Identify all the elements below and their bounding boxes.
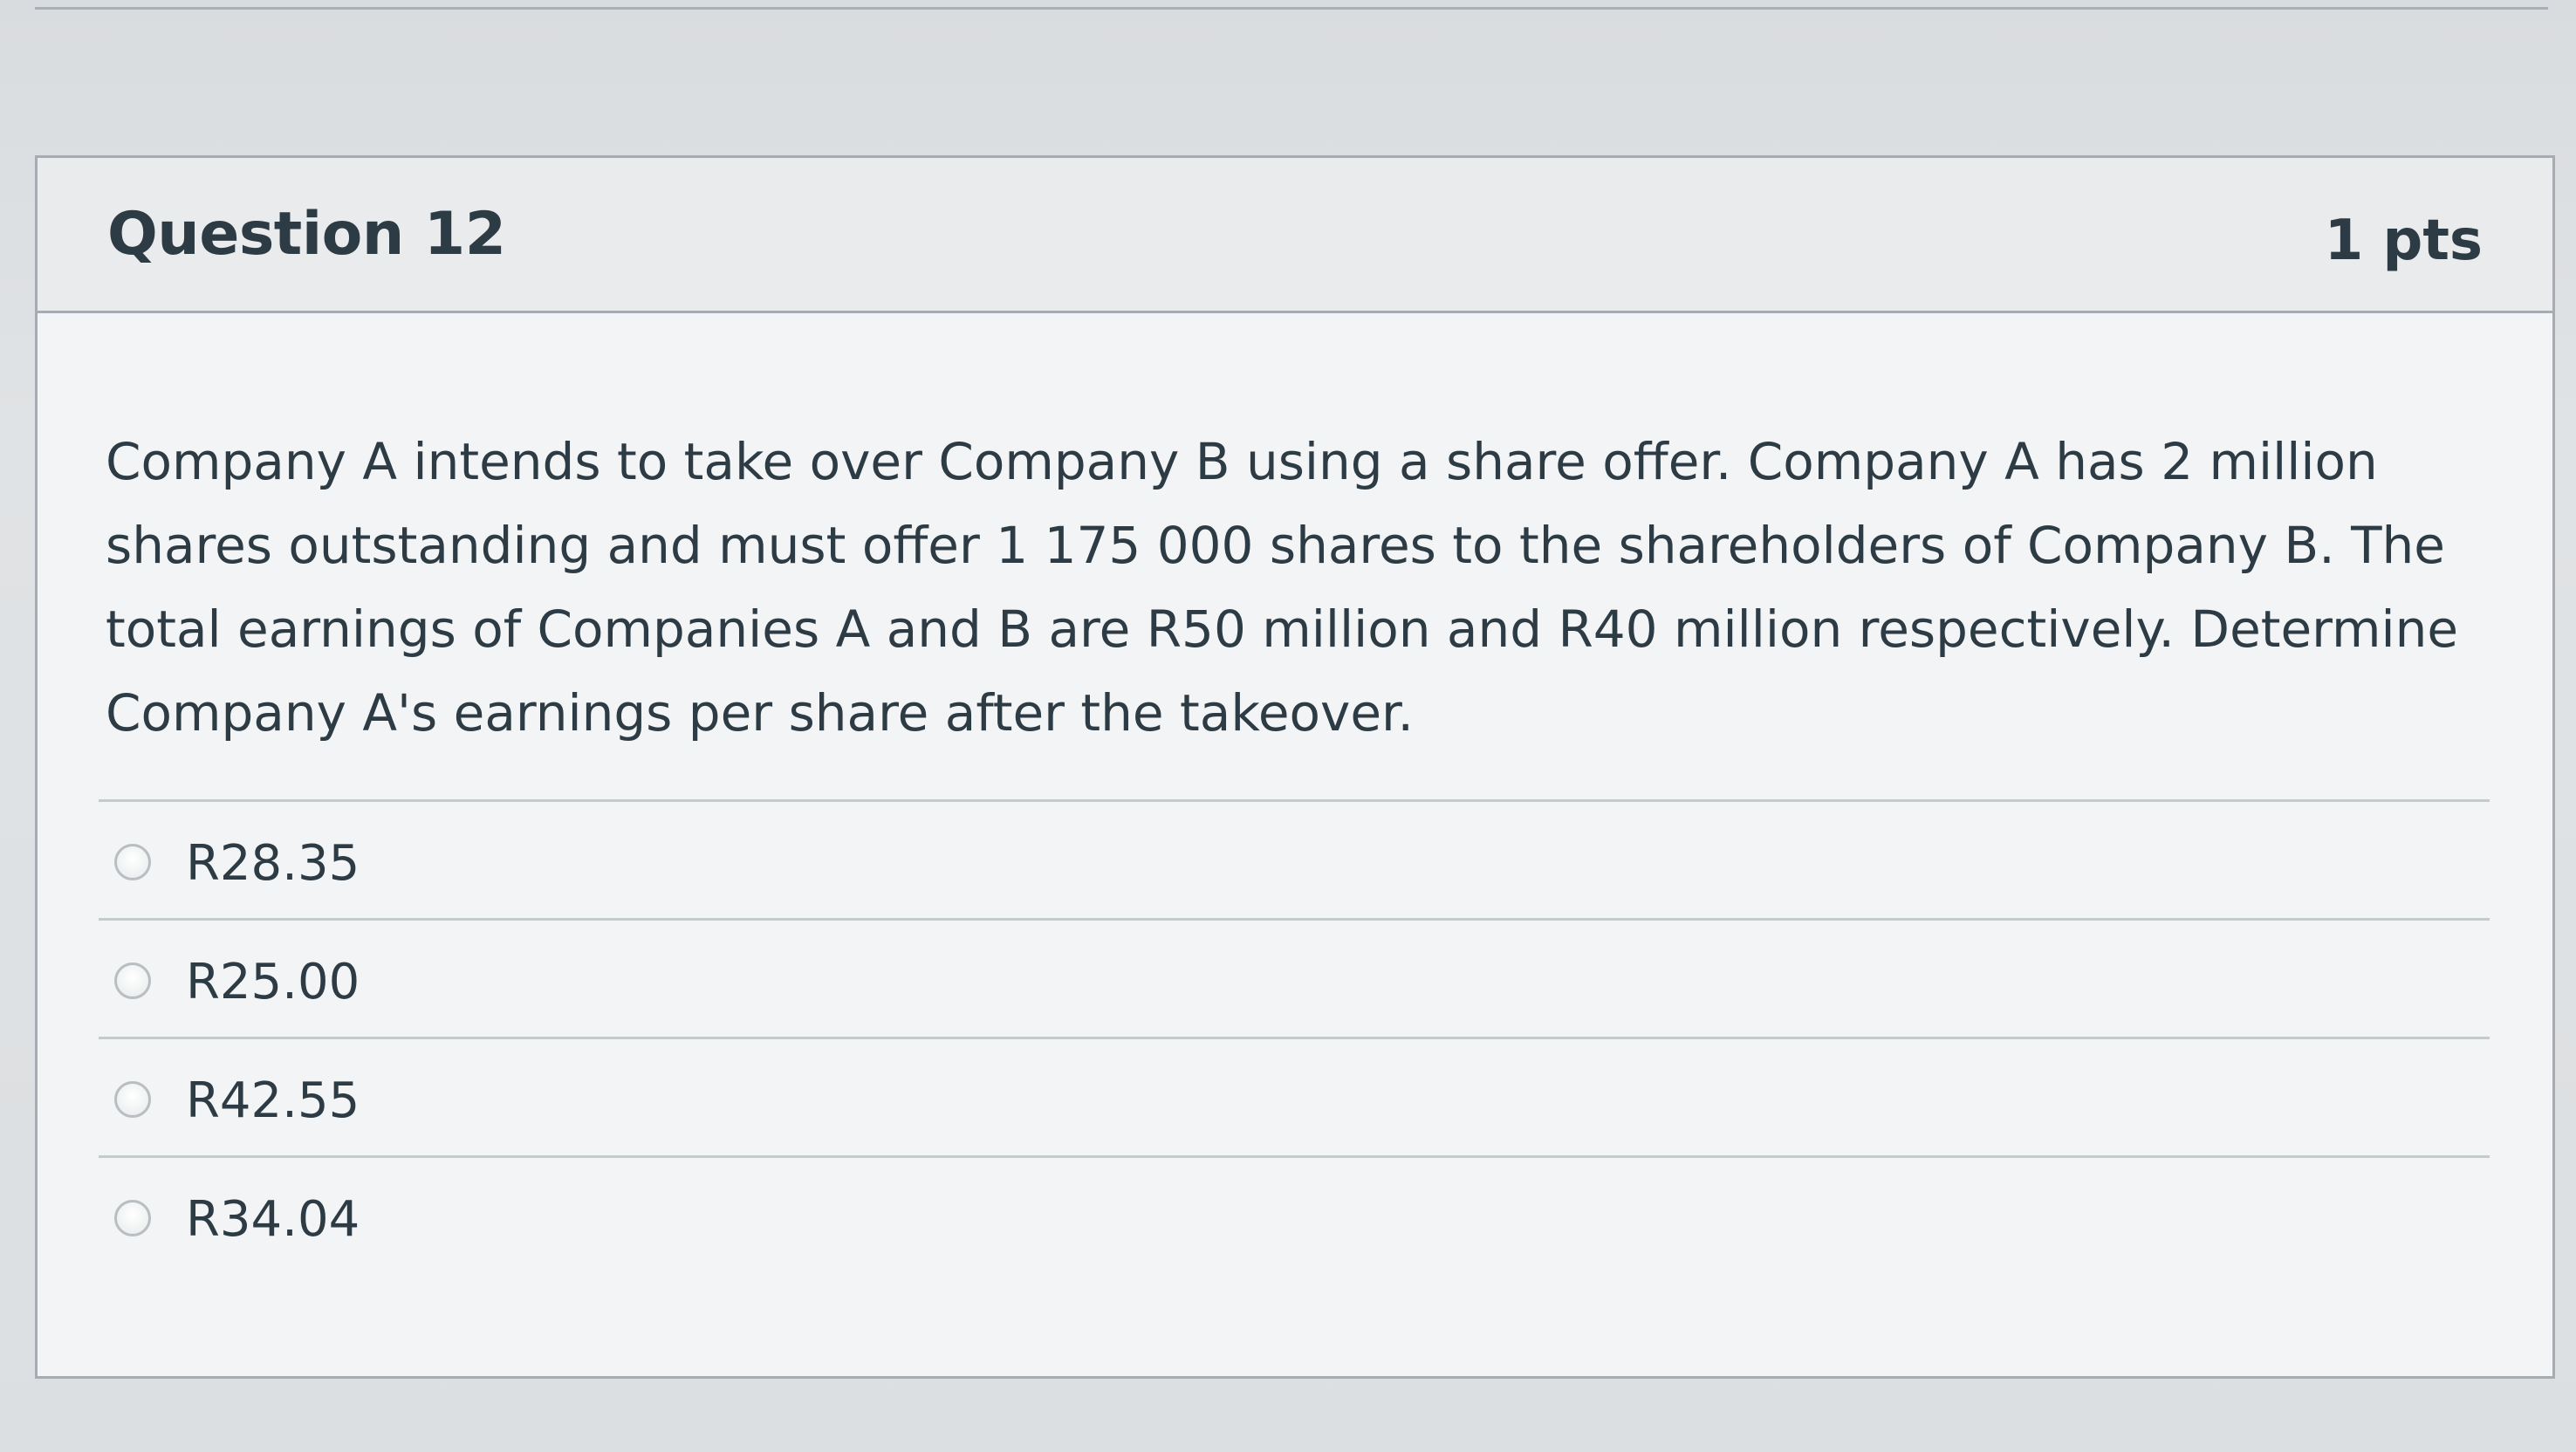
answer-option[interactable]: R42.55 [99, 1037, 2490, 1155]
answer-label[interactable]: R34.04 [186, 1191, 360, 1248]
answer-label[interactable]: R25.00 [186, 954, 360, 1010]
question-text: Company A intends to take over Company B… [106, 432, 2459, 743]
answer-label[interactable]: R42.55 [186, 1072, 360, 1129]
question-points: 1 pts [2324, 209, 2483, 273]
radio-button[interactable] [114, 962, 151, 999]
answer-list: R28.35 R25.00 R42.55 R34.04 [99, 799, 2490, 1274]
answer-label[interactable]: R28.35 [186, 835, 360, 892]
radio-button[interactable] [114, 844, 151, 880]
answer-option[interactable]: R34.04 [99, 1155, 2490, 1274]
question-title: Question 12 [107, 200, 506, 269]
radio-button[interactable] [114, 1081, 151, 1118]
previous-card-border [35, 0, 2548, 10]
question-card: Question 12 1 pts Company A intends to t… [35, 155, 2555, 1379]
question-header: Question 12 1 pts [38, 158, 2552, 313]
radio-button[interactable] [114, 1200, 151, 1236]
answer-option[interactable]: R28.35 [99, 799, 2490, 918]
answer-option[interactable]: R25.00 [99, 918, 2490, 1037]
